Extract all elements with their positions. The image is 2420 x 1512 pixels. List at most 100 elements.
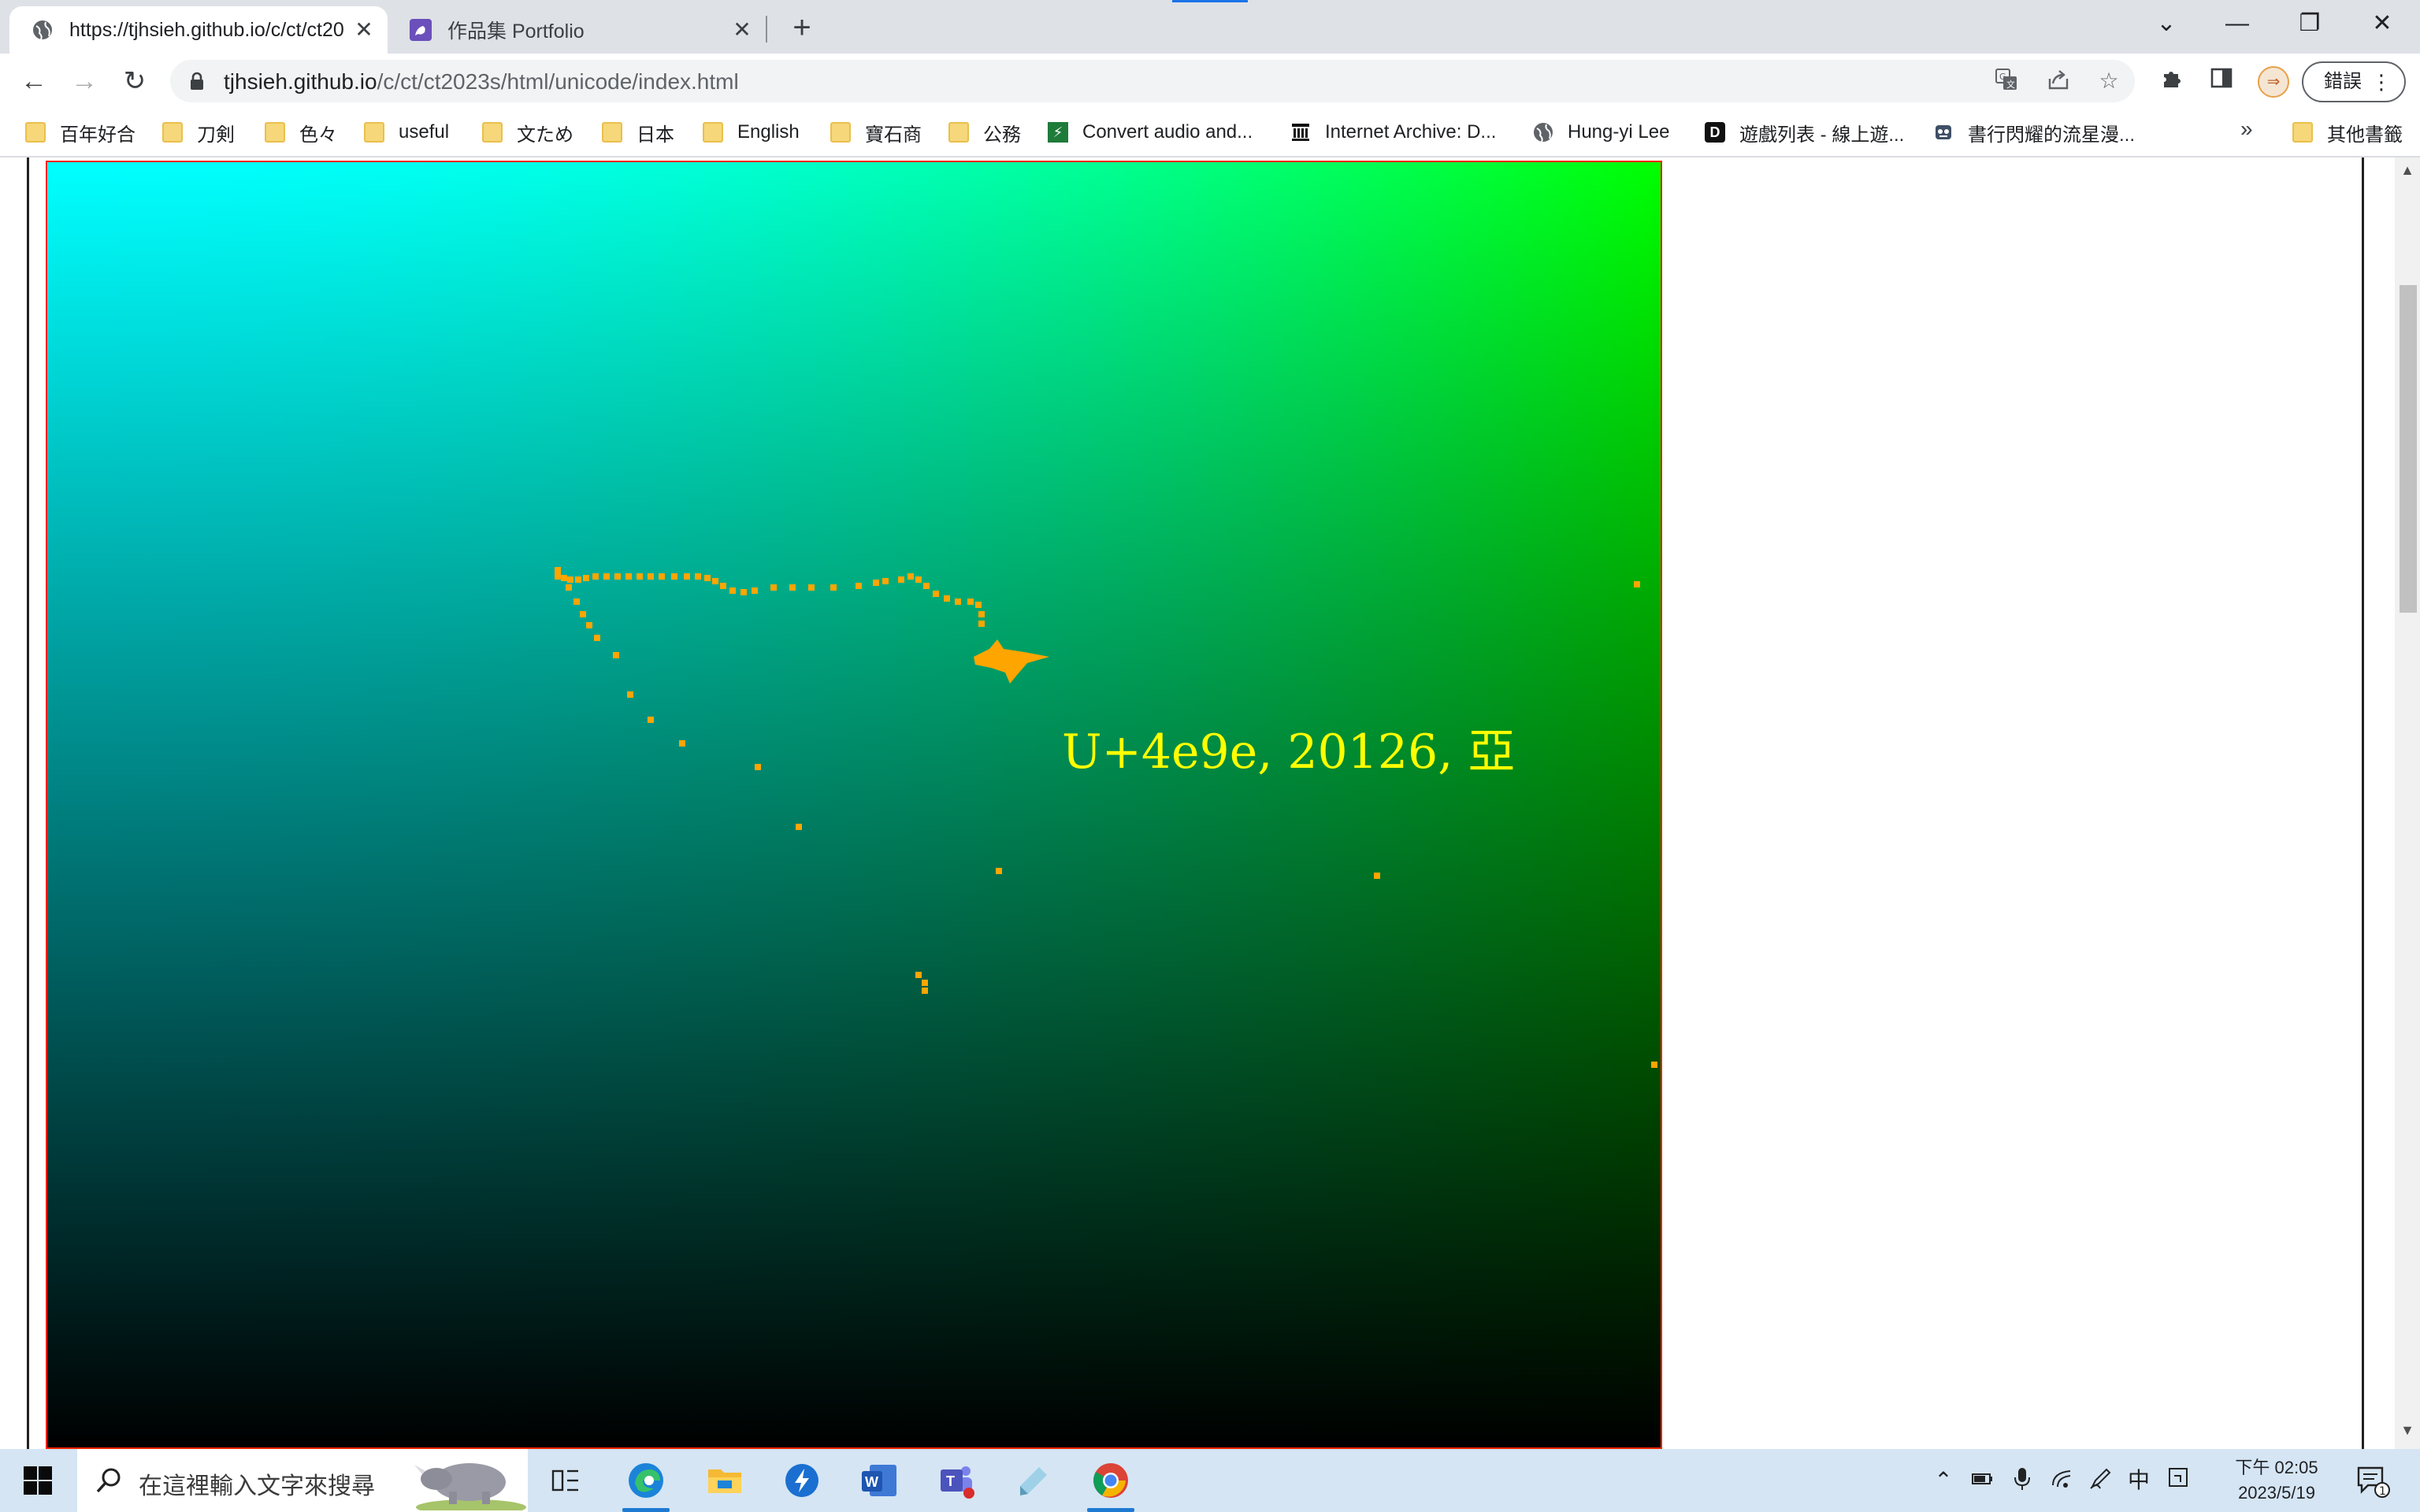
- task-view-icon[interactable]: [542, 1457, 589, 1504]
- pen-icon[interactable]: [2088, 1466, 2114, 1495]
- scroll-up-arrow-icon[interactable]: ▲: [2395, 162, 2420, 184]
- system-clock[interactable]: 下午 02:05 2023/5/19: [2229, 1455, 2324, 1506]
- new-tab-button[interactable]: +: [785, 11, 819, 46]
- forward-arrow-icon[interactable]: →: [66, 63, 102, 99]
- share-icon[interactable]: [2045, 68, 2072, 94]
- battery-icon[interactable]: [1969, 1466, 1996, 1495]
- folder-icon: [265, 122, 285, 143]
- chevron-up-icon[interactable]: ⌃: [1930, 1466, 1957, 1495]
- bookmark-label: 寶石商: [865, 124, 922, 146]
- comic-site-icon: [1933, 122, 1954, 143]
- clock-date: 2023/5/19: [2238, 1483, 2315, 1503]
- glyph-stroke-plot: [555, 567, 1657, 1068]
- stroke-sample-point: [996, 868, 1002, 874]
- edge-browser-icon[interactable]: [622, 1457, 670, 1512]
- bookmark-link[interactable]: Hung-yi Lee: [1533, 118, 1669, 146]
- tab-strip: https://tjhsieh.github.io/c/ct/ct2023s/h…: [0, 0, 2420, 54]
- page-content: U+4e9e, 20126, 亞: [0, 158, 2395, 1449]
- extensions-puzzle-icon[interactable]: [2157, 66, 2188, 98]
- bookmark-label: Convert audio and...: [1082, 121, 1253, 143]
- bookmark-link[interactable]: 書行閃耀的流星漫...: [1933, 118, 2135, 146]
- url-domain: tjhsieh.github.io: [224, 69, 377, 94]
- bookmark-folder[interactable]: 刀剣: [162, 118, 235, 146]
- stroke-sample-point: [575, 576, 581, 583]
- back-arrow-icon[interactable]: ←: [16, 63, 52, 99]
- stroke-sample-point: [679, 740, 685, 747]
- page-scrollbar[interactable]: ▲ ▼: [2395, 158, 2420, 1449]
- windows-start-icon[interactable]: [22, 1465, 54, 1496]
- bookmark-folder[interactable]: 百年好合: [25, 118, 135, 146]
- url-text[interactable]: tjhsieh.github.io/c/ct/ct2023s/html/unic…: [224, 69, 739, 94]
- tab-divider: [766, 16, 767, 43]
- svg-text:T: T: [946, 1473, 955, 1489]
- ime-shape-icon[interactable]: [2165, 1466, 2192, 1495]
- scrollbar-thumb[interactable]: [2400, 285, 2417, 613]
- teams-icon[interactable]: T: [933, 1457, 980, 1504]
- stroke-sample-point: [770, 584, 777, 591]
- bookmark-folder[interactable]: English: [703, 118, 800, 146]
- stroke-sample-point: [830, 584, 837, 591]
- restore-button[interactable]: ❐: [2273, 0, 2346, 47]
- translate-icon[interactable]: G文: [1993, 68, 2020, 94]
- bookmarks-bar: 百年好合 刀剣 色々 useful 文ため 日本 English 寶石商 公務 …: [0, 109, 2420, 158]
- url-path: /c/ct/ct2023s/html/unicode/index.html: [377, 69, 739, 94]
- bookmark-label: 百年好合: [60, 124, 135, 146]
- bookmark-folder[interactable]: 公務: [948, 118, 1021, 146]
- reload-icon[interactable]: ↻: [117, 63, 153, 99]
- wifi-icon[interactable]: [2048, 1466, 2075, 1495]
- stroke-sample-point: [561, 575, 567, 581]
- scroll-down-arrow-icon[interactable]: ▼: [2395, 1422, 2420, 1444]
- stroke-sample-point: [975, 602, 982, 608]
- bookmark-folder[interactable]: 文ため: [482, 118, 573, 146]
- bookmark-link[interactable]: D 遊戲列表 - 線上遊...: [1705, 118, 1904, 146]
- clock-time: 下午 02:05: [2235, 1458, 2318, 1477]
- other-bookmarks-folder[interactable]: 其他書籤: [2292, 118, 2403, 146]
- tab-close-icon[interactable]: ✕: [729, 17, 755, 43]
- bookmark-folder[interactable]: 日本: [602, 118, 674, 146]
- tab-unicode-page[interactable]: https://tjhsieh.github.io/c/ct/ct2023s/h…: [9, 6, 388, 54]
- bookmark-link[interactable]: Internet Archive: D...: [1290, 118, 1496, 146]
- address-bar[interactable]: tjhsieh.github.io/c/ct/ct2023s/html/unic…: [170, 60, 2135, 102]
- search-icon: [96, 1468, 121, 1493]
- stroke-sample-point: [922, 988, 928, 994]
- bookmark-star-icon[interactable]: ☆: [2095, 68, 2122, 94]
- side-panel-icon[interactable]: [2206, 66, 2237, 98]
- archive-icon: [1290, 122, 1311, 143]
- folder-icon: [482, 122, 503, 143]
- stroke-sample-point: [915, 576, 922, 583]
- tab-close-icon[interactable]: ✕: [351, 17, 377, 43]
- taskbar-search-box[interactable]: 在這裡輸入文字來搜尋: [77, 1449, 528, 1512]
- tabstrip-accent: [1172, 0, 1248, 2]
- stroke-sample-point: [955, 598, 961, 605]
- file-explorer-icon[interactable]: [701, 1457, 748, 1504]
- kebab-menu-icon[interactable]: ⋮: [2371, 63, 2392, 101]
- close-window-button[interactable]: ✕: [2346, 0, 2418, 47]
- error-button[interactable]: 錯誤 ⋮: [2302, 61, 2406, 102]
- tab-search-button[interactable]: ⌄: [2132, 0, 2201, 47]
- shortcut-app-icon[interactable]: [778, 1457, 826, 1504]
- stroke-sample-point: [729, 587, 736, 594]
- unicode-canvas[interactable]: U+4e9e, 20126, 亞: [46, 161, 1662, 1449]
- chrome-icon[interactable]: [1087, 1457, 1134, 1512]
- stroke-sample-point: [566, 584, 572, 591]
- page-border: [27, 158, 29, 1449]
- bookmarks-overflow-button[interactable]: »: [2240, 117, 2253, 142]
- tab-portfolio[interactable]: 作品集 Portfolio ✕: [388, 6, 766, 54]
- bookmark-folder[interactable]: useful: [364, 118, 449, 146]
- stroke-sample-point: [637, 573, 643, 580]
- ime-mode-indicator[interactable]: 中: [2125, 1466, 2152, 1495]
- notes-app-icon[interactable]: [1010, 1457, 1057, 1504]
- word-icon[interactable]: W: [856, 1457, 903, 1504]
- bookmark-folder[interactable]: 色々: [265, 118, 337, 146]
- profile-avatar[interactable]: ⇒: [2258, 66, 2289, 98]
- stroke-sample-point: [573, 598, 580, 605]
- microphone-icon[interactable]: [2009, 1466, 2036, 1495]
- notification-center-icon[interactable]: 1: [2355, 1463, 2390, 1498]
- bookmark-link[interactable]: ⚡ Convert audio and...: [1048, 118, 1253, 146]
- bookmark-label: 公務: [983, 124, 1021, 146]
- stroke-sample-point: [1374, 873, 1380, 879]
- minimize-button[interactable]: —: [2201, 0, 2273, 47]
- folder-icon: [602, 122, 622, 143]
- lock-icon[interactable]: [189, 72, 205, 91]
- bookmark-folder[interactable]: 寶石商: [830, 118, 922, 146]
